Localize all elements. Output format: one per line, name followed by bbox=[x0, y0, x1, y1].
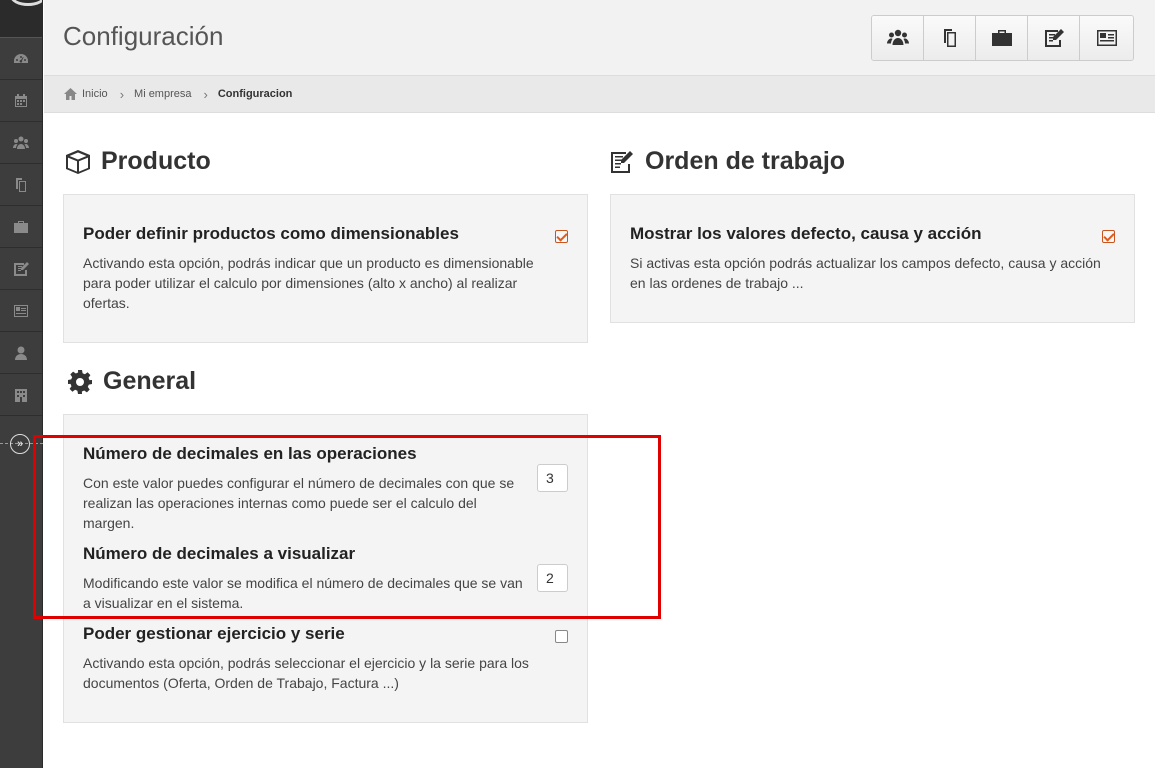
sidebar-logo[interactable] bbox=[0, 0, 42, 38]
chevron-right-icon: › bbox=[119, 86, 125, 102]
option-ejercicio-serie: Poder gestionar ejercicio y serie Activa… bbox=[83, 624, 568, 693]
users-icon bbox=[13, 136, 29, 149]
documents-icon bbox=[16, 177, 26, 192]
sidebar-item-users[interactable] bbox=[0, 122, 42, 164]
briefcase-icon bbox=[991, 30, 1012, 46]
option-description: Con este valor puedes configurar el núme… bbox=[83, 475, 515, 531]
double-chevron-right-icon: » bbox=[16, 438, 24, 450]
edit-icon bbox=[14, 261, 29, 276]
card-orden-trabajo: Mostrar los valores defecto, causa y acc… bbox=[610, 194, 1135, 323]
decimales-operaciones-input[interactable]: 3 bbox=[537, 464, 568, 492]
sidebar-item-calendar[interactable] bbox=[0, 80, 42, 122]
option-decimales-operaciones: Número de decimales en las operaciones C… bbox=[83, 444, 568, 533]
sidebar-item-building[interactable] bbox=[0, 374, 42, 416]
toolbar-documents-button[interactable] bbox=[924, 16, 976, 60]
documents-icon bbox=[943, 29, 956, 47]
option-description: Activando esta opción, podrás indicar qu… bbox=[83, 255, 534, 311]
edit-icon bbox=[611, 150, 633, 173]
sidebar-item-documents[interactable] bbox=[0, 164, 42, 206]
checkbox-productos-dimensionables[interactable] bbox=[555, 230, 568, 243]
user-icon bbox=[15, 346, 27, 360]
option-title: Mostrar los valores defecto, causa y acc… bbox=[630, 224, 982, 243]
page-title: Configuración bbox=[63, 21, 224, 51]
breadcrumb: Inicio › Mi empresa › Configuracion bbox=[44, 76, 1155, 113]
decimales-visualizar-input[interactable]: 2 bbox=[537, 564, 568, 592]
chevron-right-icon: › bbox=[203, 86, 208, 102]
section-title-general: General bbox=[67, 367, 196, 396]
gear-icon bbox=[68, 369, 92, 394]
option-valores-defecto: Mostrar los valores defecto, causa y acc… bbox=[630, 224, 1115, 293]
option-title: Poder gestionar ejercicio y serie bbox=[83, 624, 345, 643]
section-title-producto: Producto bbox=[65, 147, 211, 176]
sidebar-item-briefcase[interactable] bbox=[0, 206, 42, 248]
users-icon bbox=[886, 29, 909, 45]
toolbar bbox=[871, 15, 1134, 61]
option-title: Número de decimales en las operaciones bbox=[83, 444, 417, 463]
breadcrumb-item-inicio[interactable]: Inicio bbox=[82, 88, 108, 100]
briefcase-icon bbox=[14, 220, 28, 233]
edit-icon bbox=[1044, 29, 1064, 47]
home-icon bbox=[64, 88, 77, 100]
sidebar-item-dashboard[interactable] bbox=[0, 38, 42, 80]
page-header: Configuración bbox=[44, 0, 1155, 76]
option-description: Modificando este valor se modifica el nú… bbox=[83, 575, 523, 611]
sidebar-item-edit[interactable] bbox=[0, 248, 42, 290]
option-description: Si activas esta opción podrás actualizar… bbox=[630, 255, 1101, 291]
option-title: Número de decimales a visualizar bbox=[83, 544, 356, 563]
option-decimales-visualizar: Número de decimales a visualizar Modific… bbox=[83, 544, 568, 613]
toolbar-contact-card-button[interactable] bbox=[1080, 16, 1133, 60]
calendar-icon bbox=[15, 93, 27, 107]
sidebar-item-contact-card[interactable] bbox=[0, 290, 42, 332]
card-producto: Poder definir productos como dimensionab… bbox=[63, 194, 588, 343]
box-icon bbox=[66, 149, 90, 174]
toolbar-briefcase-button[interactable] bbox=[976, 16, 1028, 60]
contact-card-icon bbox=[14, 304, 28, 317]
option-productos-dimensionables: Poder definir productos como dimensionab… bbox=[83, 224, 568, 313]
sidebar-item-user[interactable] bbox=[0, 332, 42, 374]
card-general: Número de decimales en las operaciones C… bbox=[63, 414, 588, 723]
building-icon bbox=[15, 388, 27, 402]
dashboard-icon bbox=[14, 53, 28, 63]
checkbox-ejercicio-serie[interactable] bbox=[555, 630, 568, 643]
contact-card-icon bbox=[1096, 30, 1117, 46]
breadcrumb-item-mi-empresa[interactable]: Mi empresa bbox=[134, 88, 191, 100]
option-title: Poder definir productos como dimensionab… bbox=[83, 224, 459, 243]
toolbar-users-button[interactable] bbox=[872, 16, 924, 60]
sidebar: » bbox=[0, 0, 43, 768]
section-title-orden-trabajo: Orden de trabajo bbox=[609, 147, 845, 176]
checkbox-valores-defecto[interactable] bbox=[1102, 230, 1115, 243]
breadcrumb-item-current: Configuracion bbox=[217, 88, 293, 100]
sidebar-collapse-button[interactable]: » bbox=[10, 434, 30, 454]
toolbar-edit-button[interactable] bbox=[1028, 16, 1080, 60]
option-description: Activando esta opción, podrás selecciona… bbox=[83, 655, 529, 691]
